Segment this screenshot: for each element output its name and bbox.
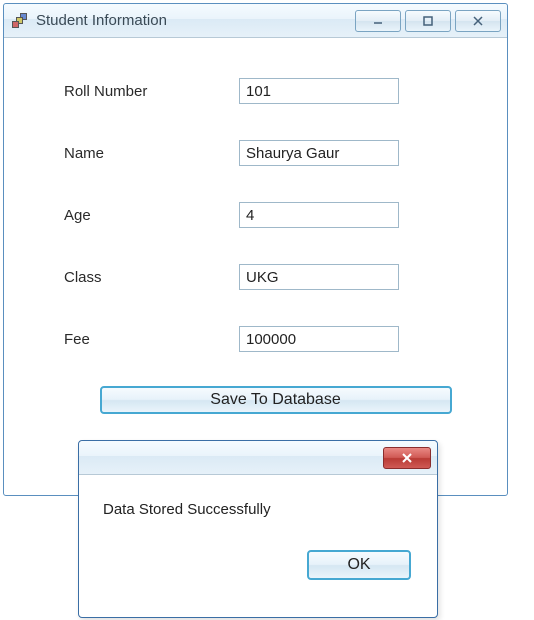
maximize-icon — [421, 15, 435, 27]
ok-button[interactable]: OK — [307, 550, 411, 580]
dialog-close-button[interactable] — [383, 447, 431, 469]
input-age[interactable] — [239, 202, 399, 228]
save-button[interactable]: Save To Database — [100, 386, 452, 414]
input-class[interactable] — [239, 264, 399, 290]
dialog-titlebar — [79, 441, 437, 475]
message-dialog: Data Stored Successfully OK — [78, 440, 438, 618]
dialog-footer: OK — [79, 530, 437, 596]
app-icon — [12, 13, 28, 29]
input-roll-number[interactable] — [239, 78, 399, 104]
input-name[interactable] — [239, 140, 399, 166]
label-age: Age — [64, 207, 239, 224]
minimize-button[interactable] — [355, 10, 401, 32]
close-icon — [471, 15, 485, 27]
row-roll-number: Roll Number — [64, 76, 487, 106]
minimize-icon — [371, 15, 385, 27]
label-class: Class — [64, 269, 239, 286]
dialog-message: Data Stored Successfully — [79, 475, 437, 530]
close-button[interactable] — [455, 10, 501, 32]
row-name: Name — [64, 138, 487, 168]
maximize-button[interactable] — [405, 10, 451, 32]
window-controls — [355, 10, 501, 32]
input-fee[interactable] — [239, 326, 399, 352]
label-fee: Fee — [64, 331, 239, 348]
main-window: Student Information Roll Number Name Age — [3, 3, 508, 496]
close-icon — [400, 452, 414, 464]
row-age: Age — [64, 200, 487, 230]
row-class: Class — [64, 262, 487, 292]
window-title: Student Information — [36, 12, 355, 29]
titlebar: Student Information — [4, 4, 507, 38]
label-roll-number: Roll Number — [64, 83, 239, 100]
label-name: Name — [64, 145, 239, 162]
row-fee: Fee — [64, 324, 487, 354]
form-body: Roll Number Name Age Class Fee Save To D… — [4, 38, 507, 434]
